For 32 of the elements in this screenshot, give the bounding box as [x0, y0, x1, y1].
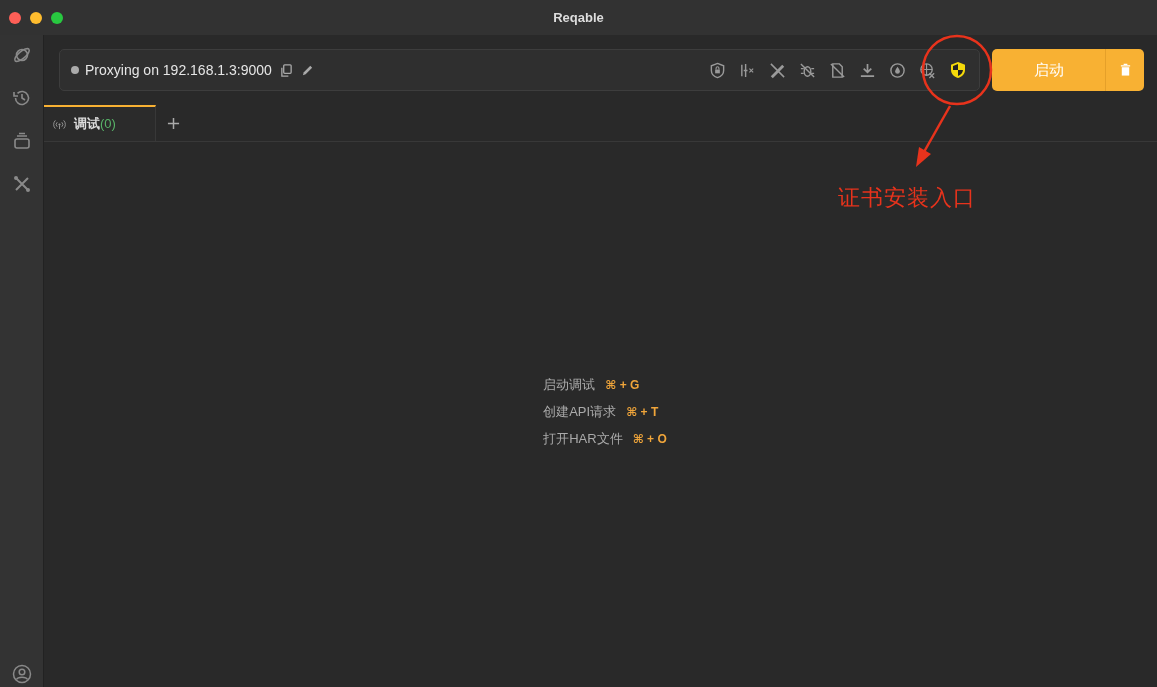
window-title: Reqable: [553, 10, 604, 25]
annotation-text: 证书安装入口: [838, 184, 976, 212]
tools-icon[interactable]: [11, 174, 32, 194]
zoom-button[interactable]: [51, 11, 63, 24]
debug-tab[interactable]: 调试(0): [44, 105, 156, 141]
proxy-status: Proxying on 192.168.1.3:9000: [85, 62, 272, 78]
highlight-circle: [921, 34, 993, 106]
shortcut-label[interactable]: 打开HAR文件: [543, 430, 623, 448]
shield-icon[interactable]: [949, 61, 967, 79]
drop-circle-icon[interactable]: [889, 61, 906, 79]
shortcut-keys: ⌘ + G: [605, 378, 640, 392]
bug-off-icon[interactable]: [799, 61, 816, 79]
minimize-button[interactable]: [30, 11, 42, 24]
pencil-icon[interactable]: [300, 63, 314, 77]
pointer-arrow: [916, 105, 952, 167]
download-icon[interactable]: [859, 61, 876, 79]
shortcut-keys: ⌘ + T: [626, 405, 659, 419]
account-icon[interactable]: [11, 664, 32, 684]
globe-off-icon[interactable]: [919, 61, 936, 79]
status-dot-icon: [71, 66, 79, 74]
planet-icon[interactable]: [11, 45, 32, 65]
stack-icon[interactable]: [11, 131, 32, 151]
copy-icon[interactable]: [279, 63, 293, 77]
document-off-icon[interactable]: [829, 61, 846, 79]
antenna-icon: [53, 118, 66, 130]
shortcut-label[interactable]: 创建API请求: [543, 403, 617, 421]
history-icon[interactable]: [11, 88, 32, 108]
shortcut-label[interactable]: 启动调试: [543, 376, 596, 394]
shortcut-keys: ⌘ + O: [632, 432, 667, 446]
add-tab-icon[interactable]: [167, 116, 180, 130]
close-button[interactable]: [9, 11, 21, 24]
shield-lock-icon[interactable]: [709, 61, 726, 79]
